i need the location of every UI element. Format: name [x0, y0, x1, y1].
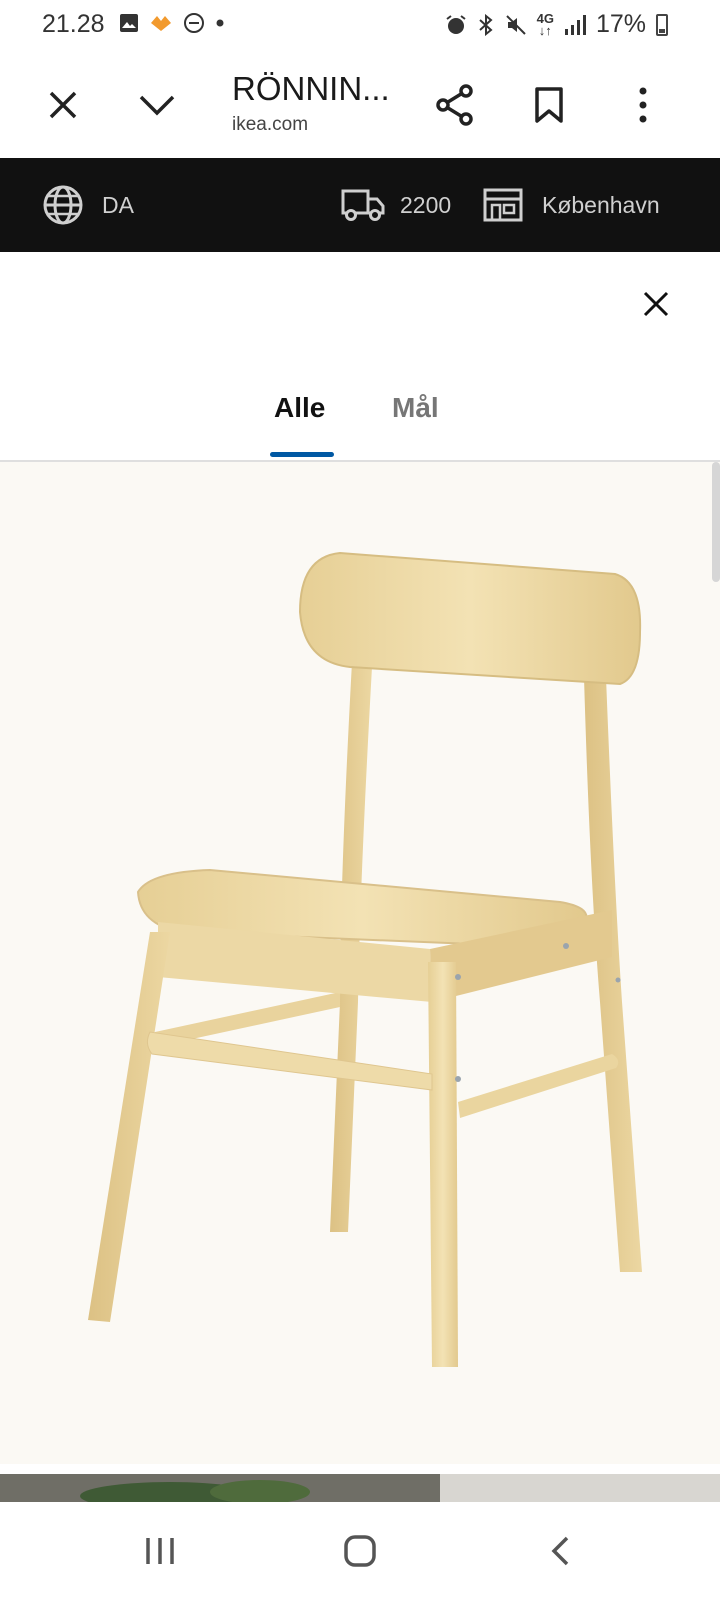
dot-icon — [216, 19, 224, 27]
store-icon — [483, 188, 523, 222]
chair-image — [88, 551, 642, 1367]
close-tab-button[interactable] — [36, 78, 90, 132]
gallery-icon — [120, 14, 138, 32]
close-icon — [49, 91, 77, 119]
postcode-label: 2200 — [400, 191, 452, 218]
share-icon — [436, 84, 473, 126]
dnd-icon — [184, 13, 204, 33]
page-title[interactable]: RÖNNIN... — [232, 70, 390, 108]
home-icon — [344, 1535, 376, 1567]
mute-icon — [505, 14, 526, 35]
tab-alle[interactable]: Alle — [274, 392, 325, 424]
delivery-postcode[interactable]: 2200 — [340, 158, 451, 252]
alarm-icon — [446, 14, 466, 34]
language-selector[interactable]: DA — [42, 158, 134, 252]
browser-toolbar: RÖNNIN... ikea.com — [0, 52, 720, 158]
image-scrollbar[interactable] — [712, 462, 720, 582]
app-icon — [151, 16, 171, 31]
close-icon — [643, 291, 669, 317]
bookmark-button[interactable] — [522, 78, 576, 132]
recent-apps-button[interactable] — [105, 1502, 215, 1600]
recent-apps-icon — [146, 1538, 174, 1564]
ikea-info-bar: DA 2200 København — [0, 158, 720, 252]
status-bar: 21.28 4G ↓↑ 17% — [0, 0, 720, 52]
home-button[interactable] — [305, 1502, 415, 1600]
image-viewer-sheet: Alle Mål — [0, 252, 720, 1502]
truck-icon — [341, 189, 385, 221]
globe-icon — [43, 185, 83, 225]
bluetooth-icon — [478, 13, 493, 36]
battery-percent: 17% — [595, 10, 646, 38]
signal-icon — [564, 14, 586, 35]
room-preview — [0, 1474, 720, 1502]
image-tabs: Alle Mål — [0, 382, 720, 468]
store-selector[interactable]: København — [482, 158, 660, 252]
language-label: DA — [102, 191, 134, 218]
chevron-down-icon — [139, 95, 175, 116]
minimize-button[interactable] — [130, 78, 184, 132]
more-options-button[interactable] — [616, 78, 670, 132]
bookmark-icon — [535, 87, 563, 123]
product-image[interactable] — [0, 462, 720, 1464]
status-right: 4G ↓↑ 17% — [445, 10, 668, 39]
share-button[interactable] — [428, 78, 482, 132]
tab-maal[interactable]: Mål — [392, 392, 439, 424]
more-icon — [639, 87, 647, 123]
active-tab-indicator — [270, 452, 334, 457]
back-icon — [551, 1536, 569, 1566]
battery-icon — [656, 13, 668, 36]
back-button[interactable] — [505, 1502, 615, 1600]
status-time: 21.28 — [42, 10, 105, 38]
system-nav-bar — [0, 1502, 720, 1600]
notification-icons — [119, 12, 225, 34]
page-url[interactable]: ikea.com — [232, 114, 308, 136]
network-4g-icon: 4G ↓↑ — [536, 10, 554, 38]
next-image-preview[interactable] — [0, 1474, 720, 1502]
store-label: København — [542, 191, 660, 218]
close-sheet-button[interactable] — [634, 282, 678, 326]
